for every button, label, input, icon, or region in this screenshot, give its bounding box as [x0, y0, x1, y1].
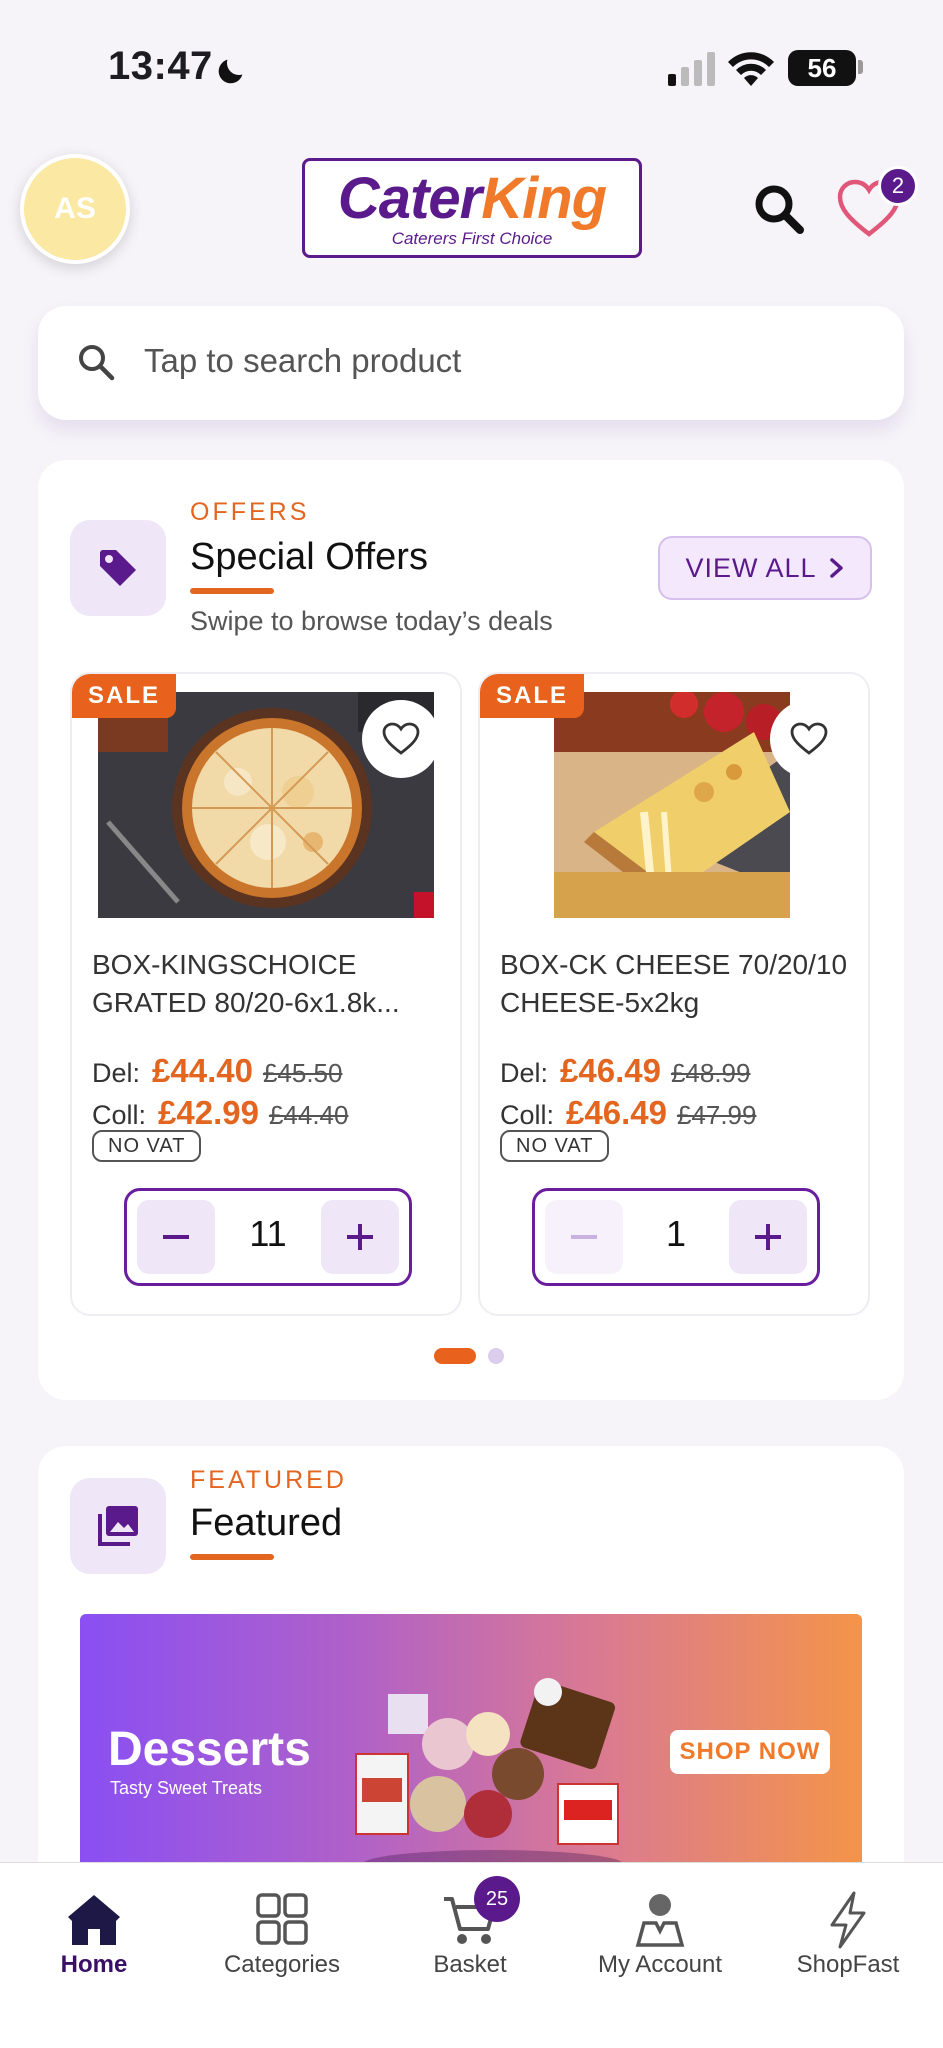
featured-eyebrow: FEATURED [190, 1466, 347, 1494]
search-icon[interactable] [752, 182, 806, 236]
account-icon [635, 1894, 685, 1947]
search-icon [79, 345, 115, 381]
status-time: 13:47 [108, 44, 213, 88]
carousel-dot-active[interactable] [434, 1348, 476, 1364]
status-bar: 13:47 56 [0, 0, 943, 140]
delivery-price-row: Del: £44.40 £45.50 [92, 1052, 342, 1090]
desserts-banner[interactable]: Desserts Tasty Sweet Treats SHOP NOW [80, 1614, 862, 1866]
minus-icon [163, 1235, 189, 1239]
delivery-label: Del: [500, 1058, 549, 1088]
featured-title-underline [190, 1554, 274, 1560]
nav-label-categories: Categories [223, 1951, 341, 1978]
wishlist-count-badge: 2 [878, 166, 918, 206]
wifi-icon [728, 52, 774, 86]
plus-icon [755, 1224, 781, 1250]
collection-label: Coll: [500, 1100, 555, 1130]
nav-item-shopfast[interactable]: ShopFast [754, 1863, 942, 2003]
nav-item-basket[interactable]: Basket [376, 1863, 564, 2003]
basket-count-badge: 25 [474, 1876, 520, 1922]
brand-logo[interactable]: CaterKing Caterers First Choice [302, 158, 642, 258]
moon-icon [218, 59, 243, 84]
nav-label-home: Home [60, 1951, 128, 1978]
search-placeholder: Tap to search product [144, 342, 462, 379]
gallery-icon [98, 1506, 138, 1546]
chevron-right-icon [829, 558, 843, 578]
plus-icon [347, 1224, 373, 1250]
home-icon [68, 1895, 120, 1945]
collection-price: £42.99 [158, 1094, 259, 1131]
bottom-navigation: Home Categories Basket My Account ShopFa… [0, 1862, 943, 2048]
delivery-price-row: Del: £46.49 £48.99 [500, 1052, 750, 1090]
collection-price-row: Coll: £42.99 £44.40 [92, 1094, 348, 1132]
no-vat-badge: NO VAT [92, 1130, 202, 1162]
nav-label-shopfast: ShopFast [796, 1951, 900, 1978]
battery-tip [858, 60, 863, 74]
battery-indicator: 56 [788, 50, 856, 86]
delivery-old-price: £48.99 [670, 1058, 751, 1088]
increase-quantity-button[interactable] [729, 1200, 807, 1274]
delivery-old-price: £45.50 [262, 1058, 343, 1088]
featured-section-icon [70, 1478, 166, 1574]
avatar[interactable]: AS [20, 154, 130, 264]
offers-subtitle: Swipe to browse today’s deals [190, 606, 553, 636]
signal-icon [668, 52, 715, 86]
nav-item-home[interactable]: Home [0, 1863, 188, 2003]
search-bar[interactable]: Tap to search product [38, 306, 904, 420]
sale-badge: SALE [72, 674, 177, 718]
minus-icon [571, 1235, 597, 1239]
quantity-value[interactable]: 11 [223, 1213, 313, 1255]
nav-item-my-account[interactable]: My Account [566, 1863, 754, 2003]
quantity-stepper: 1 [532, 1188, 820, 1286]
delivery-label: Del: [92, 1058, 141, 1088]
collection-price-row: Coll: £46.49 £47.99 [500, 1094, 756, 1132]
increase-quantity-button[interactable] [321, 1200, 399, 1274]
product-card[interactable]: SALE BOX-CK CHEESE 70/20/10 CHEESE-5x2kg… [478, 672, 870, 1316]
offers-title: Special Offers [190, 536, 428, 578]
logo-text-cater: Cater [337, 166, 482, 231]
decrease-quantity-button[interactable] [137, 1200, 215, 1274]
grid-icon [256, 1893, 308, 1945]
product-name: BOX-CK CHEESE 70/20/10 CHEESE-5x2kg [500, 949, 848, 1018]
nav-label-my-account: My Account [597, 1951, 723, 1978]
product-name: BOX-KINGSCHOICE GRATED 80/20-6x1.8k... [92, 949, 400, 1018]
banner-title: Desserts [108, 1723, 311, 1776]
collection-price: £46.49 [566, 1094, 667, 1131]
shop-now-button[interactable]: SHOP NOW [670, 1730, 830, 1774]
collection-old-price: £44.40 [268, 1100, 349, 1130]
banner-subtitle: Tasty Sweet Treats [110, 1778, 263, 1798]
price-tag-icon [100, 550, 136, 586]
featured-title: Featured [190, 1502, 343, 1544]
nav-label-basket: Basket [433, 1951, 507, 1978]
delivery-price: £46.49 [560, 1052, 661, 1089]
heart-outline-icon [382, 722, 420, 755]
product-card[interactable]: SALE BOX-KINGSCHOICE GRATED 80/20-6x1.8k… [70, 672, 462, 1316]
view-all-label: VIEW ALL [685, 552, 817, 583]
offers-eyebrow: OFFERS [190, 498, 310, 526]
offers-title-underline [190, 588, 274, 594]
delivery-price: £44.40 [152, 1052, 253, 1089]
logo-text-king: King [481, 166, 607, 231]
no-vat-badge: NO VAT [500, 1130, 610, 1162]
sale-badge: SALE [480, 674, 585, 718]
favorite-button[interactable] [362, 700, 440, 778]
offers-section-icon [70, 520, 166, 616]
carousel-dot[interactable] [488, 1348, 504, 1364]
quantity-value[interactable]: 1 [631, 1213, 721, 1255]
lightning-icon [830, 1891, 866, 1949]
decrease-quantity-button[interactable] [545, 1200, 623, 1274]
nav-item-categories[interactable]: Categories [188, 1863, 376, 2003]
special-offers-section: OFFERS Special Offers Swipe to browse to… [38, 460, 904, 1400]
collection-old-price: £47.99 [676, 1100, 757, 1130]
collection-label: Coll: [92, 1100, 147, 1130]
favorite-button[interactable] [770, 700, 848, 778]
featured-section: FEATURED Featured Desserts Tasty Sweet T… [38, 1446, 904, 1866]
product-image-cheese-pizza [554, 692, 790, 918]
quantity-stepper: 11 [124, 1188, 412, 1286]
view-all-button[interactable]: VIEW ALL [658, 536, 872, 600]
logo-tagline: Caterers First Choice [391, 229, 553, 248]
desserts-product-image [355, 1678, 623, 1866]
heart-outline-icon [790, 722, 828, 755]
